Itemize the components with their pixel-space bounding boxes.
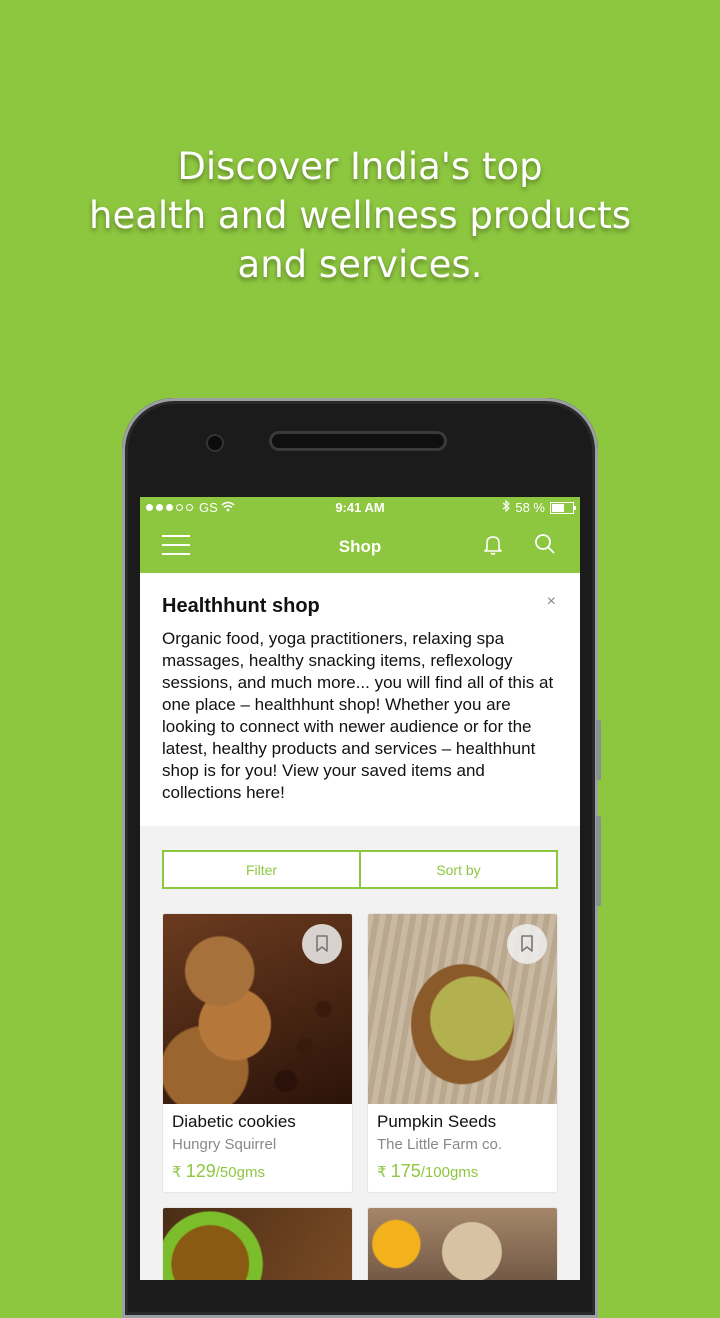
front-camera	[208, 436, 222, 450]
headline-line-2: health and wellness products	[89, 194, 631, 237]
promo-headline: Discover India's top health and wellness…	[0, 142, 720, 289]
search-icon[interactable]	[532, 531, 560, 559]
bell-icon[interactable]	[480, 531, 508, 559]
status-bar: GS 9:41 AM 58 %	[140, 497, 580, 519]
battery-percent: 58 %	[515, 500, 545, 515]
product-image	[368, 1208, 557, 1280]
price-unit: /50gms	[215, 1164, 265, 1181]
volume-button	[596, 720, 601, 780]
product-card[interactable]	[162, 1207, 353, 1280]
product-brand: The Little Farm co.	[377, 1136, 503, 1153]
battery-icon	[550, 501, 576, 514]
product-image	[163, 1208, 352, 1280]
currency-symbol: ₹	[377, 1164, 387, 1181]
product-grid-row-2	[162, 1207, 558, 1280]
page-title: Shop	[338, 537, 382, 556]
product-name: Diabetic cookies	[172, 1112, 296, 1131]
product-brand: Hungry Squirrel	[172, 1136, 277, 1153]
product-price: ₹ 129/50gms	[172, 1161, 343, 1182]
product-name: Pumpkin Seeds	[377, 1112, 497, 1131]
headline-line-3: and services.	[237, 243, 483, 286]
headline-line-1: Discover India's top	[177, 145, 543, 188]
price-amount: 175	[390, 1161, 421, 1181]
product-price: ₹ 175/100gms	[377, 1161, 548, 1182]
price-amount: 129	[185, 1161, 216, 1181]
earpiece-speaker	[272, 434, 444, 448]
bluetooth-icon	[502, 499, 511, 515]
product-grid: Diabetic cookies Hungry Squirrel ₹ 129/5…	[162, 913, 558, 1193]
price-unit: /100gms	[420, 1164, 479, 1181]
status-right: 58 %	[502, 499, 576, 515]
bookmark-icon[interactable]	[507, 924, 547, 964]
sort-button[interactable]: Sort by	[361, 850, 558, 889]
product-card[interactable]: Pumpkin Seeds The Little Farm co. ₹ 175/…	[367, 913, 558, 1193]
close-icon[interactable]: ×	[547, 593, 556, 611]
info-card-title: Healthhunt shop	[162, 595, 320, 617]
currency-symbol: ₹	[172, 1164, 182, 1181]
filter-button[interactable]: Filter	[162, 850, 361, 889]
filter-sort-bar: Filter Sort by	[162, 850, 558, 889]
phone-screen: GS 9:41 AM 58 % Shop × Healthhunt shop O…	[140, 497, 580, 1280]
product-image	[368, 914, 557, 1104]
power-button	[596, 816, 601, 906]
product-card[interactable]	[367, 1207, 558, 1280]
product-image	[163, 914, 352, 1104]
bookmark-icon[interactable]	[302, 924, 342, 964]
info-card-body: Organic food, yoga practitioners, relaxi…	[162, 629, 554, 802]
product-card[interactable]: Diabetic cookies Hungry Squirrel ₹ 129/5…	[162, 913, 353, 1193]
shop-info-card: × Healthhunt shop Organic food, yoga pra…	[140, 573, 580, 826]
app-bar: Shop	[140, 519, 580, 573]
